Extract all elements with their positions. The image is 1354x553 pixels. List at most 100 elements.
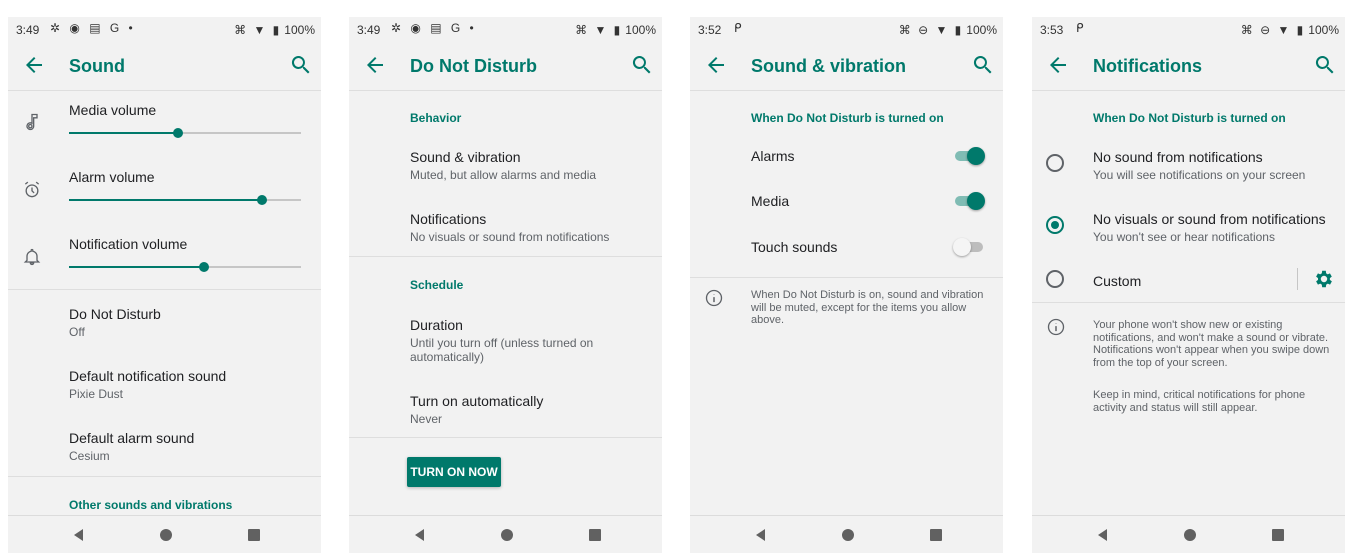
nav-back-icon[interactable] [1095,527,1111,543]
search-icon[interactable] [1313,53,1337,77]
option-title: No sound from notifications [1093,149,1263,165]
search-icon[interactable] [971,53,995,77]
default-notification-sound-item[interactable]: Default notification sound Pixie Dust [69,367,305,401]
nav-back-icon[interactable] [71,527,87,543]
do-not-disturb-item[interactable]: Do Not Disturb Off [69,305,305,339]
page-title: Sound [69,56,125,76]
option-title: Custom [1093,273,1142,289]
signal-wifi-battery-icon: ⌘ ▼ ▮ [234,23,282,37]
nav-back-icon[interactable] [412,527,428,543]
search-icon[interactable] [289,53,313,77]
divider [1032,302,1345,303]
status-right: ⌘ ⊖ ▼ ▮ 100% [1241,23,1339,37]
item-subtitle: No visuals or sound from notifications [410,230,610,244]
behavior-header: Behavior [410,111,462,125]
alarm-clock-icon [24,181,40,198]
page-title: Notifications [1093,56,1203,76]
info-text: When Do Not Disturb is on, sound and vib… [751,289,984,326]
back-arrow-icon[interactable] [1046,53,1070,77]
item-title: Default alarm sound [69,430,195,446]
app-bar: Sound [8,41,321,91]
battery-level: 100% [1308,23,1339,37]
item-title: Duration [410,317,463,333]
nav-recents-icon[interactable] [1270,527,1286,543]
settings-list: Behavior Sound & vibration Muted, but al… [349,91,662,515]
alarms-toggle[interactable] [953,147,985,165]
nav-home-icon[interactable] [158,527,174,543]
signal-wifi-battery-icon: ⌘ ▼ ▮ [575,23,623,37]
item-title: Turn on automatically [410,393,544,409]
navigation-bar [1032,515,1345,553]
back-arrow-icon[interactable] [363,53,387,77]
radio-custom[interactable] [1046,270,1064,288]
music-note-icon [26,113,38,131]
sound-vibration-screen: 3:52 ᑭ ⌘ ⊖ ▼ ▮ 100% Sound & vibration Whe… [690,17,1003,553]
turn-on-automatically-item[interactable]: Turn on automatically Never [410,392,646,426]
settings-list: Media volume Alarm volume Notification v… [8,91,321,515]
media-toggle[interactable] [953,192,985,210]
duration-item[interactable]: Duration Until you turn off (unless turn… [410,316,646,364]
navigation-bar [349,515,662,553]
battery-level: 100% [966,23,997,37]
status-notification-icons: ✲ ◉ ▤ G • [50,21,136,35]
battery-level: 100% [625,23,656,37]
touch-sounds-label: Touch sounds [751,239,838,255]
media-volume-slider[interactable] [69,127,301,139]
slider-thumb[interactable] [198,262,209,272]
do-not-disturb-screen: 3:49 ✲ ◉ ▤ G • ⌘ ▼ ▮ 100% Do Not Disturb … [349,17,662,553]
alarm-volume-slider[interactable] [69,194,301,206]
page-title: Do Not Disturb [410,56,537,76]
media-volume-label: Media volume [69,102,157,118]
item-title: Default notification sound [69,368,227,384]
nav-recents-icon[interactable] [928,527,944,543]
divider [349,437,662,438]
item-subtitle: Until you turn off (unless turned on aut… [410,336,594,364]
radio-no-sound[interactable] [1046,154,1064,172]
navigation-bar [690,515,1003,553]
option-no-sound[interactable]: No sound from notifications You will see… [1093,148,1329,182]
pinterest-notification-icon: ᑭ [734,21,745,35]
other-sounds-link[interactable]: Other sounds and vibrations [69,498,232,512]
radio-no-visuals-or-sound[interactable] [1046,216,1064,234]
nav-home-icon[interactable] [840,527,856,543]
nav-recents-icon[interactable] [587,527,603,543]
signal-wifi-battery-icon: ⌘ ⊖ ▼ ▮ [898,23,964,37]
sound-vibration-item[interactable]: Sound & vibration Muted, but allow alarm… [410,148,646,182]
back-arrow-icon[interactable] [22,53,46,77]
status-time: 3:49 [16,23,40,37]
divider [690,277,1003,278]
option-subtitle: You will see notifications on your scree… [1093,168,1306,182]
item-title: Sound & vibration [410,149,521,165]
nav-home-icon[interactable] [1182,527,1198,543]
nav-home-icon[interactable] [499,527,515,543]
dnd-header: When Do Not Disturb is turned on [1093,111,1286,125]
turn-on-now-button[interactable]: TURN ON NOW [407,457,501,487]
slider-thumb[interactable] [173,128,184,138]
status-time: 3:52 [698,23,722,37]
option-no-visuals-or-sound[interactable]: No visuals or sound from notifications Y… [1093,210,1329,244]
settings-list: When Do Not Disturb is turned on No soun… [1032,91,1345,515]
item-subtitle: Never [410,412,443,426]
gear-icon[interactable] [1313,268,1335,290]
item-subtitle: Cesium [69,449,110,463]
touch-sounds-toggle[interactable] [953,238,985,256]
option-title: No visuals or sound from notifications [1093,211,1326,227]
navigation-bar [8,515,321,553]
alarm-volume-label: Alarm volume [69,169,155,185]
back-arrow-icon[interactable] [704,53,728,77]
option-custom[interactable]: Custom [1093,272,1285,290]
nav-back-icon[interactable] [753,527,769,543]
slider-thumb[interactable] [256,195,267,205]
nav-recents-icon[interactable] [246,527,262,543]
media-label: Media [751,193,790,209]
notifications-item[interactable]: Notifications No visuals or sound from n… [410,210,646,244]
notification-volume-slider[interactable] [69,261,301,273]
search-icon[interactable] [630,53,654,77]
vertical-divider [1297,268,1298,290]
app-bar: Do Not Disturb [349,41,662,91]
divider [349,256,662,257]
info-icon [705,289,723,307]
notification-volume-label: Notification volume [69,236,188,252]
alarms-label: Alarms [751,148,795,164]
default-alarm-sound-item[interactable]: Default alarm sound Cesium [69,429,305,463]
